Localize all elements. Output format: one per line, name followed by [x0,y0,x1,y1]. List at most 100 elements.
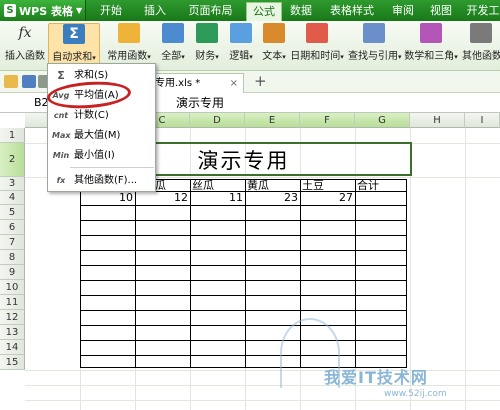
logic-label: 逻辑▾ [229,51,253,62]
fx-icon: fx [56,176,66,185]
table-border [81,295,406,296]
common-functions-label: 常用函数▾ [107,51,151,62]
save-icon[interactable] [22,75,36,88]
other-functions-button[interactable]: 其他函数 [462,23,500,68]
row-header-12[interactable]: 12 [0,310,25,325]
watermark-text: 我爱IT技术网 [324,368,428,387]
formula-input[interactable]: 演示专用 [176,93,224,113]
tab-data[interactable]: 数据 [286,0,316,21]
row-header-8[interactable]: 8 [0,250,25,265]
table-border [190,180,191,367]
max-icon: Max [52,131,71,140]
row-header-11[interactable]: 11 [0,295,25,310]
row-header-6[interactable]: 6 [0,220,25,235]
column-header-d[interactable]: D [190,113,245,128]
logic-button[interactable]: 逻辑▾ [224,23,258,68]
tab-start[interactable]: 开始 [96,0,126,21]
value-cell-c4[interactable]: 12 [135,191,188,204]
all-functions-button[interactable]: 全部▾ [156,23,190,68]
tab-developer[interactable]: 开发工具 [466,0,500,21]
grid-line [25,370,500,371]
value-cell-f4[interactable]: 27 [300,191,353,204]
lookup-button[interactable]: 查找与引用▾ [348,23,402,68]
other-functions-icon [470,23,492,43]
watermark-url: www.52ij.com [384,389,447,399]
datetime-label: 日期和时间▾ [290,51,344,62]
open-folder-icon[interactable] [4,75,18,88]
row-header-2[interactable]: 2 [0,143,25,177]
file-tab-name: 专用.xls * [155,78,201,89]
finance-button[interactable]: 财务▾ [190,23,224,68]
tab-table-style[interactable]: 表格样式 [328,0,376,21]
row-header-5[interactable]: 5 [0,205,25,220]
menu-item-other-functions[interactable]: fx 其他函数(F)... [48,171,155,191]
value-cell-b4[interactable]: 10 [80,191,133,204]
menu-item-count[interactable]: cnt 计数(C) [48,106,155,126]
column-header-g[interactable]: G [355,113,410,128]
row-header-4[interactable]: 4 [0,191,25,205]
table-border [81,250,406,251]
table-border [135,180,136,367]
logic-icon [230,23,252,43]
menu-item-max[interactable]: Max 最大值(M) [48,126,155,146]
table-border [81,340,406,341]
fx-icon: fx [18,25,32,41]
menu-item-count-label: 计数(C) [74,110,109,121]
app-name: WPS 表格 [19,4,73,18]
column-header-i[interactable]: I [465,113,500,128]
row-header-1[interactable]: 1 [0,128,25,143]
min-icon: Min [52,151,70,160]
row-header-9[interactable]: 9 [0,265,25,280]
menu-item-other-functions-label: 其他函数(F)... [74,175,138,186]
row-header-14[interactable]: 14 [0,340,25,355]
sigma-icon: Σ [63,24,85,44]
table-border [81,280,406,281]
tab-view[interactable]: 视图 [428,0,454,21]
math-label: 数学和三角▾ [404,51,458,62]
insert-function-button[interactable]: fx 插入函数 [4,23,46,68]
menu-item-sum-label: 求和(S) [74,70,109,81]
menu-bar: S WPS 表格 ▼ 开始 插入 页面布局 公式 数据 表格样式 审阅 视图 开… [0,0,500,21]
table-border [245,180,246,367]
autosum-button[interactable]: Σ 自动求和▾ [48,23,100,68]
tab-insert[interactable]: 插入 [140,0,170,21]
wps-app-button[interactable]: S WPS 表格 ▼ [0,0,86,21]
table-border [81,220,406,221]
table-border [81,265,406,266]
row-header-3[interactable]: 3 [0,177,25,191]
row-header-7[interactable]: 7 [0,235,25,250]
row-header-15[interactable]: 15 [0,355,25,370]
menu-item-max-label: 最大值(M) [74,130,121,141]
tab-page-layout[interactable]: 页面布局 [183,0,238,21]
selected-range [135,142,412,176]
value-cell-d4[interactable]: 11 [190,191,243,204]
table-border [81,235,406,236]
new-tab-button[interactable]: + [254,72,267,90]
row-header-10[interactable]: 10 [0,280,25,295]
all-functions-label: 全部▾ [161,51,185,62]
column-header-f[interactable]: F [300,113,355,128]
autosum-label: 自动求和▾ [52,52,96,63]
header-cell-g3[interactable]: 合计 [357,177,379,193]
file-tab[interactable]: 专用.xls * × [148,73,244,93]
math-button[interactable]: 数学和三角▾ [404,23,458,68]
insert-function-label: 插入函数 [5,51,45,62]
finance-label: 财务▾ [195,51,219,62]
column-header-h[interactable]: H [410,113,465,128]
finance-icon [196,23,218,43]
column-header-e[interactable]: E [245,113,300,128]
text-icon [263,23,285,43]
row-header-13[interactable]: 13 [0,325,25,340]
math-icon [420,23,442,43]
grid-line [465,128,466,410]
datetime-button[interactable]: 日期和时间▾ [290,23,344,68]
tab-formula[interactable]: 公式 [246,2,282,21]
table-border [81,355,406,356]
close-icon[interactable]: × [230,74,238,93]
common-functions-button[interactable]: 常用函数▾ [104,23,154,68]
menu-item-min[interactable]: Min 最小值(I) [48,146,155,166]
tab-review[interactable]: 审阅 [390,0,416,21]
value-cell-e4[interactable]: 23 [245,191,298,204]
text-functions-button[interactable]: 文本▾ [258,23,290,68]
lookup-icon [363,23,385,43]
